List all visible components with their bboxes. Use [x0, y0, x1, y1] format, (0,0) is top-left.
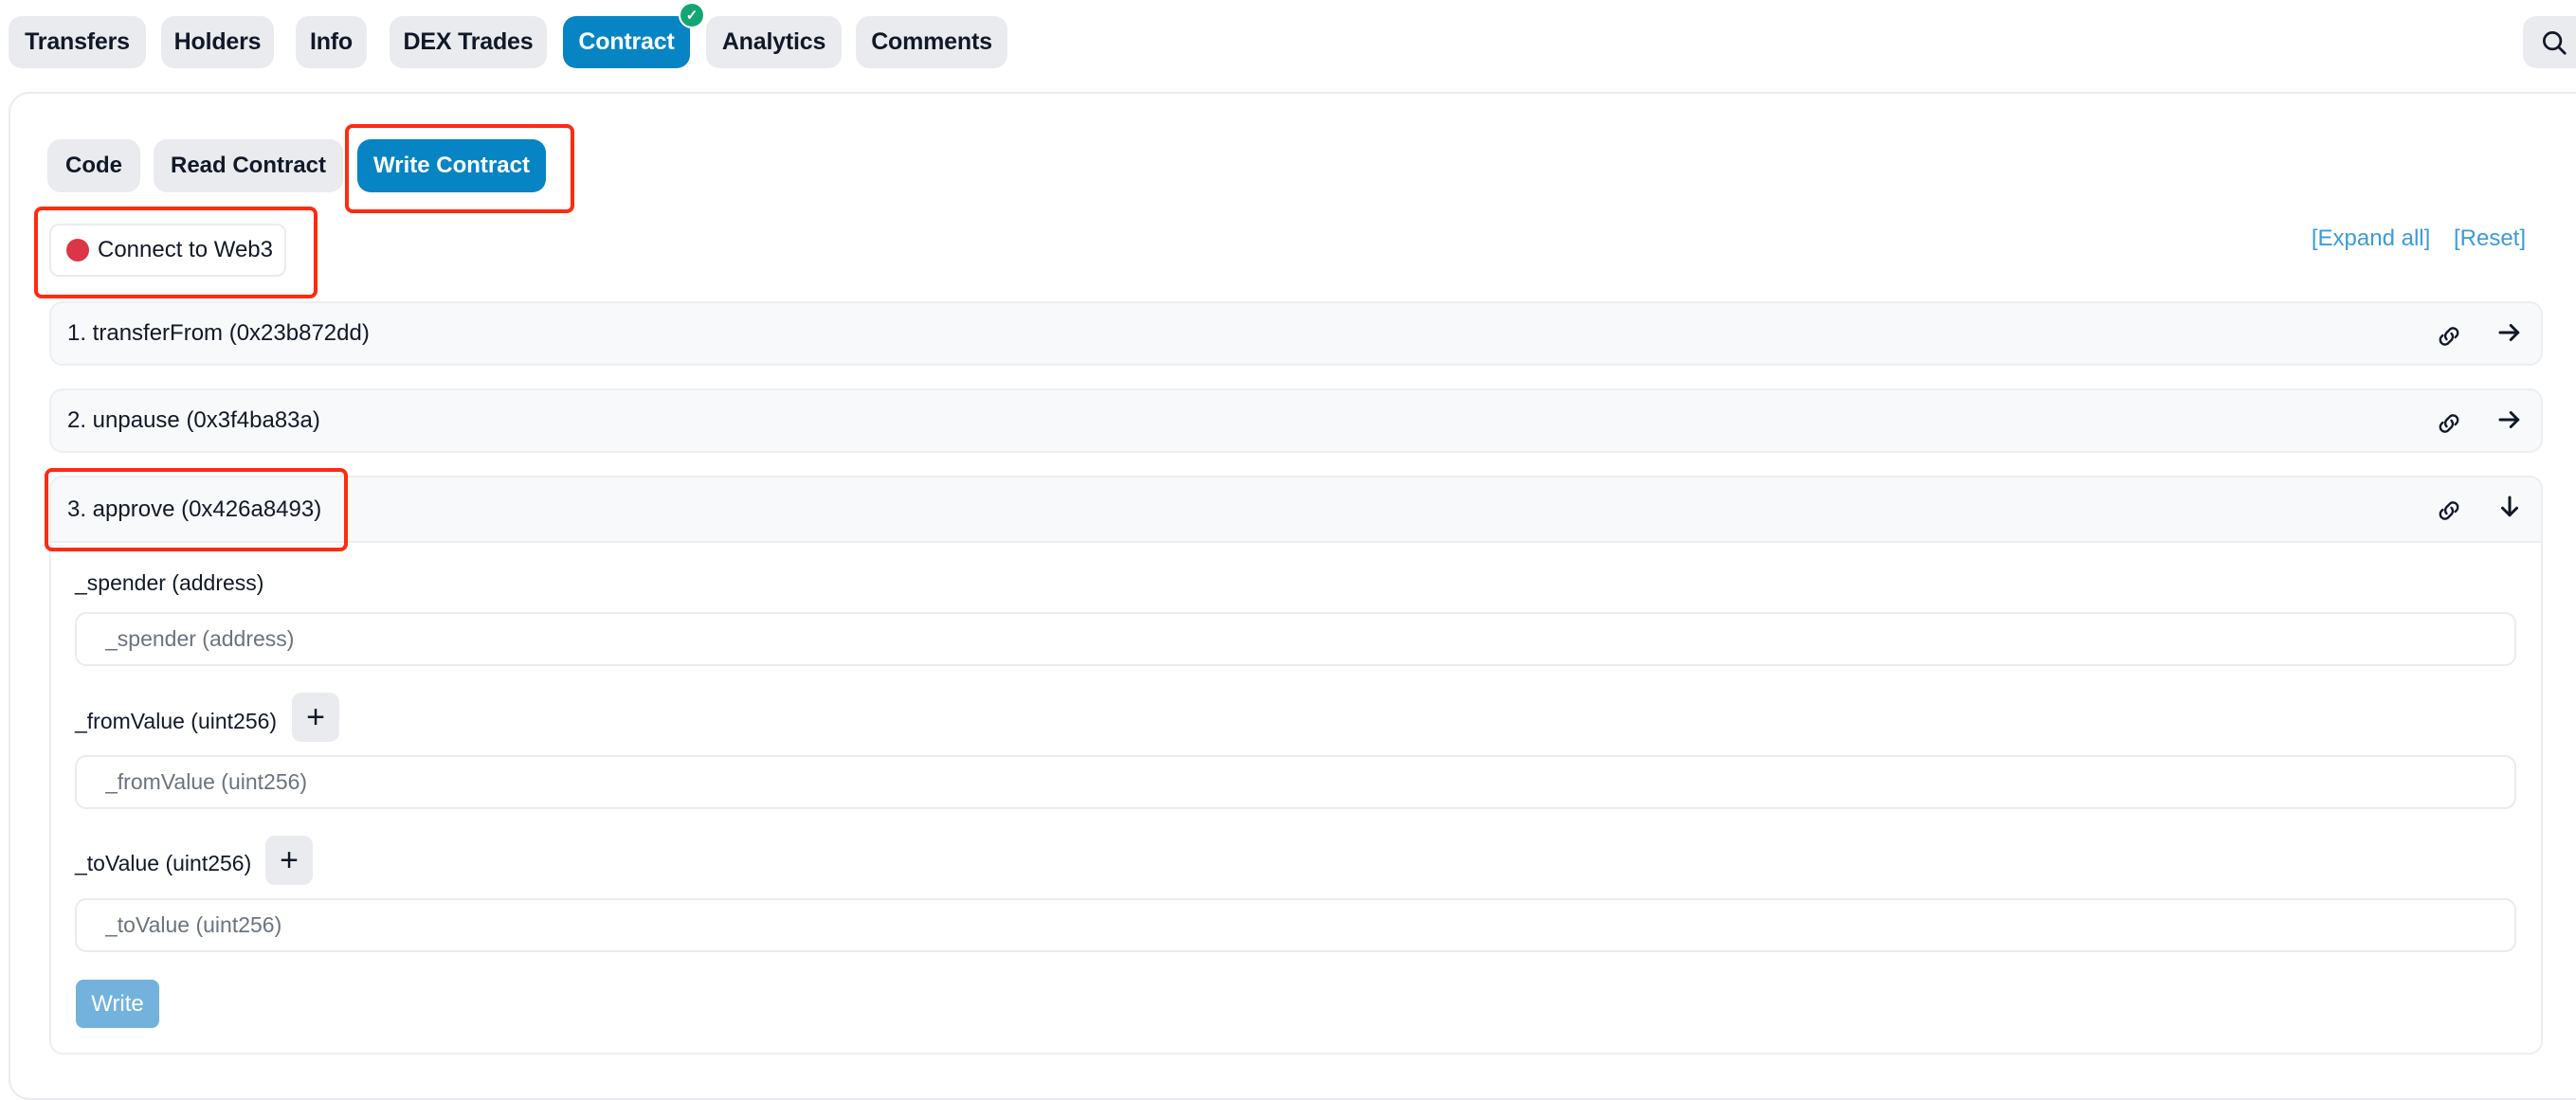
tab-analytics[interactable]: Analytics — [706, 16, 842, 68]
connect-web3-label: Connect to Web3 — [98, 237, 274, 262]
link-icon[interactable] — [2433, 322, 2465, 355]
from-value-label: _fromValue (uint256) — [75, 709, 278, 733]
search-button[interactable] — [2523, 16, 2576, 68]
tab-dex-trades[interactable]: DEX Trades — [390, 16, 547, 68]
expand-all-link[interactable]: [Expand all] — [2312, 225, 2430, 251]
to-value-plus-button[interactable]: + — [265, 836, 313, 885]
function-header-approve[interactable]: 3. approve (0x426a8493) — [51, 478, 2541, 543]
tab-transfers[interactable]: Transfers — [9, 16, 146, 68]
connection-status-dot-icon — [66, 239, 89, 261]
panel-actions: [Expand all] [Reset] — [2295, 225, 2526, 252]
tab-contract[interactable]: Contract — [563, 16, 690, 68]
from-value-input[interactable] — [75, 755, 2516, 809]
subtab-read-contract[interactable]: Read Contract — [154, 139, 343, 192]
function-row-transferfrom[interactable]: 1. transferFrom (0x23b872dd) — [49, 301, 2543, 366]
reset-link[interactable]: [Reset] — [2454, 225, 2526, 251]
from-value-plus-button[interactable]: + — [292, 693, 339, 742]
subtab-write-contract[interactable]: Write Contract — [357, 139, 546, 192]
function-title: 1. transferFrom (0x23b872dd) — [67, 320, 370, 346]
link-icon[interactable] — [2433, 409, 2465, 442]
spender-input[interactable] — [75, 612, 2516, 666]
tab-holders[interactable]: Holders — [161, 16, 274, 68]
spender-label: _spender (address) — [75, 570, 264, 595]
tab-comments[interactable]: Comments — [856, 16, 1007, 68]
arrow-right-icon[interactable] — [2495, 318, 2524, 352]
search-icon — [2543, 30, 2567, 55]
function-title: 2. unpause (0x3f4ba83a) — [67, 407, 320, 433]
link-icon[interactable] — [2433, 496, 2465, 530]
tab-info[interactable]: Info — [296, 16, 367, 68]
arrow-down-icon[interactable] — [2495, 493, 2524, 526]
connect-web3-button[interactable]: Connect to Web3 — [49, 224, 286, 277]
write-button[interactable]: Write — [76, 980, 159, 1028]
verified-check-icon: ✓ — [679, 2, 705, 28]
function-title: 3. approve (0x426a8493) — [67, 496, 322, 522]
to-value-input[interactable] — [75, 898, 2516, 952]
subtab-code[interactable]: Code — [47, 139, 140, 192]
function-row-unpause[interactable]: 2. unpause (0x3f4ba83a) — [49, 388, 2543, 453]
to-value-label: _toValue (uint256) — [75, 851, 252, 875]
arrow-right-icon[interactable] — [2495, 406, 2524, 439]
